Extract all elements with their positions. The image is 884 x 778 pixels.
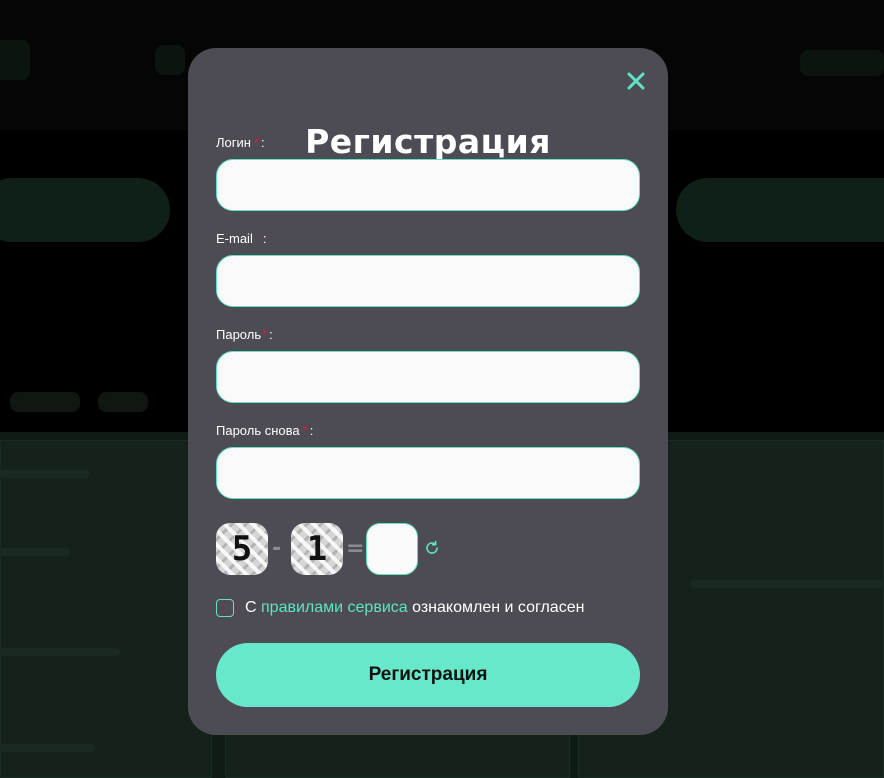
background-pill [0,178,170,242]
background-text [0,648,120,656]
password-label: Пароль*: [216,327,273,342]
background-pill [676,178,884,242]
required-mark: * [255,231,261,246]
email-label: E-mail *: [216,231,267,246]
captcha-operator: - [272,536,282,561]
captcha-answer-input[interactable] [366,523,418,575]
login-input[interactable] [216,159,640,211]
background-text [0,470,90,478]
background-nav-item [800,50,884,76]
background-tab [10,392,80,412]
agreement-text: С правилами сервиса ознакомлен и согласе… [245,599,585,616]
background-text [0,548,70,556]
agreement-checkbox[interactable] [216,599,234,617]
terms-link[interactable]: правилами сервиса [261,599,408,616]
email-input[interactable] [216,255,640,307]
required-mark: * [262,327,268,342]
captcha-first-digit: 5 [216,523,268,575]
password-input[interactable] [216,351,640,403]
registration-modal: Регистрация Логин *: E-mail *: Пароль*: Па… [188,48,668,735]
password-repeat-label: Пароль снова *: [216,423,314,438]
background-text [0,744,95,752]
refresh-icon[interactable] [424,540,440,556]
background-tab [98,392,148,412]
background-nav-item [155,45,185,75]
password-repeat-input[interactable] [216,447,640,499]
background-logo [0,40,30,80]
required-mark: * [253,135,260,150]
login-label: Логин *: [216,135,265,150]
captcha-equals: = [346,536,365,561]
required-mark: * [302,423,308,438]
background-text [690,580,884,588]
captcha-second-digit: 1 [291,523,343,575]
close-icon[interactable] [625,70,647,92]
background-panel [0,440,212,778]
register-button[interactable]: Регистрация [216,643,640,707]
